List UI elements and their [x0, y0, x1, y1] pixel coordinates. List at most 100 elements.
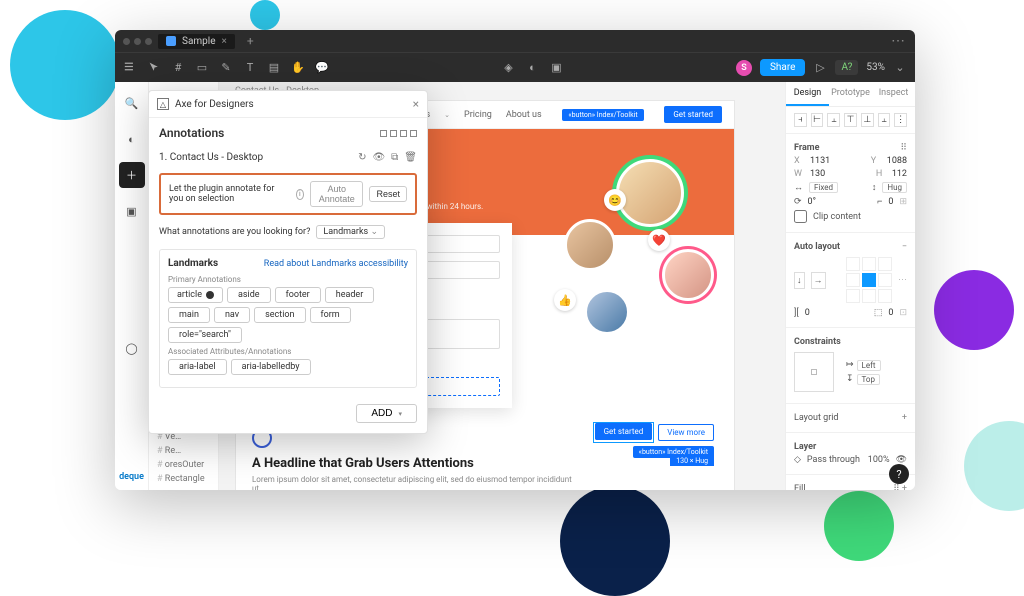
nav-item[interactable]: Pricing [464, 110, 492, 120]
landmark-chip-nav[interactable]: nav [214, 307, 250, 323]
direction-vertical[interactable]: ↓ [794, 272, 805, 289]
avatar [564, 219, 616, 271]
annotation-question: What annotations are you looking for? [159, 227, 310, 237]
image-icon[interactable]: ▣ [119, 198, 145, 224]
component-icon[interactable]: ◈ [501, 61, 515, 75]
layer-item[interactable]: Rectangle [153, 472, 214, 486]
share-button[interactable]: Share [760, 59, 805, 76]
frame-tool-icon[interactable]: # [171, 61, 185, 75]
zoom-level[interactable]: 53% [866, 62, 885, 73]
autolayout-label: Auto layout [794, 242, 840, 252]
opacity-value[interactable]: 100% [868, 455, 890, 465]
landmark-chip-aside[interactable]: aside [227, 287, 271, 303]
chevron-down-icon: ▾ [398, 410, 402, 418]
help-button[interactable]: ? [889, 464, 909, 484]
cta-get-started[interactable]: Get started [595, 423, 653, 440]
comment-tool-icon[interactable]: 💬 [315, 61, 329, 75]
landmark-chip-header[interactable]: header [325, 287, 375, 303]
cta-view-more[interactable]: View more [658, 424, 714, 441]
window-controls[interactable] [123, 38, 152, 45]
copy-icon[interactable]: ⧉ [391, 152, 398, 163]
auto-annotate-button[interactable]: Auto Annotate [310, 181, 364, 207]
landmark-chip-form[interactable]: form [310, 307, 351, 323]
landmark-chip-search[interactable]: role="search" [168, 327, 242, 343]
shape-tool-icon[interactable]: ▭ [195, 61, 209, 75]
horizontal-resize[interactable]: Fixed [809, 182, 838, 193]
alignment-controls[interactable]: ⫞⊢⫠⊤⊥⫠⋮ [794, 113, 907, 127]
boolean-icon[interactable]: ▣ [549, 61, 563, 75]
emoji-badge: ❤️ [648, 229, 670, 251]
add-fill-icon[interactable]: ⠿ + [893, 484, 907, 490]
present-icon[interactable]: ▷ [813, 61, 827, 75]
x-value[interactable]: 1131 [810, 156, 830, 166]
contrast-icon[interactable]: ◐ [119, 126, 145, 152]
text-tool-icon[interactable]: T [243, 61, 257, 75]
landmark-chip-main[interactable]: main [168, 307, 210, 323]
mask-icon[interactable]: ◐ [525, 61, 539, 75]
close-tab-icon[interactable]: × [222, 36, 227, 47]
landmark-chip-footer[interactable]: footer [275, 287, 321, 303]
layer-item[interactable]: oresOuter [153, 458, 214, 472]
add-annotation-button[interactable]: ADD▾ [356, 404, 417, 423]
close-icon[interactable]: × [413, 97, 419, 111]
rotation-value[interactable]: 0° [808, 197, 816, 207]
plugin-title: Axe for Designers [175, 99, 254, 110]
delete-icon[interactable]: 🗑 [404, 152, 417, 163]
info-icon[interactable]: i [296, 189, 304, 200]
frame-options-icon[interactable]: ⠿ [900, 143, 907, 153]
refresh-icon[interactable]: ↻ [358, 152, 366, 163]
vertical-resize[interactable]: Hug [882, 182, 907, 193]
zoom-chevron-icon[interactable]: ⌄ [893, 61, 907, 75]
view-toggle[interactable] [380, 130, 417, 137]
pen-tool-icon[interactable]: ✎ [219, 61, 233, 75]
reset-button[interactable]: Reset [369, 186, 407, 202]
tab-prototype[interactable]: Prototype [829, 82, 872, 106]
annotation-type-select[interactable]: Landmarks ⌄ [316, 225, 385, 239]
clip-content-checkbox[interactable] [794, 210, 807, 223]
w-value[interactable]: 130 [810, 169, 825, 179]
annotations-heading: Annotations [159, 126, 224, 140]
get-started-button[interactable]: Get started [664, 106, 722, 123]
tab-inspect[interactable]: Inspect [872, 82, 915, 106]
visibility-icon[interactable]: 👁 [372, 152, 385, 163]
autolayout-more-icon[interactable]: ⋯ [898, 275, 907, 285]
landmarks-title: Landmarks [168, 258, 218, 269]
constraint-widget[interactable] [794, 352, 834, 392]
hand-tool-icon[interactable]: ✋ [291, 61, 305, 75]
landmark-chip-section[interactable]: section [254, 307, 305, 323]
attr-chip-aria-label[interactable]: aria-label [168, 359, 227, 375]
search-icon[interactable]: 🔍 [119, 90, 145, 116]
annotate-icon[interactable]: ＋ [119, 162, 145, 188]
blend-mode[interactable]: Pass through [807, 455, 860, 465]
landmark-chip-article[interactable]: article [168, 287, 223, 303]
dev-mode-toggle[interactable]: A? [835, 60, 858, 75]
padding-value[interactable]: 0 [888, 308, 893, 318]
window-menu-icon[interactable]: ⋯ [891, 33, 907, 49]
nav-item[interactable]: About us [506, 110, 542, 120]
landmarks-help-link[interactable]: Read about Landmarks accessibility [264, 259, 408, 269]
direction-horizontal[interactable]: → [811, 272, 826, 289]
radius-value[interactable]: 0 [888, 197, 893, 207]
constraint-h[interactable]: Left [857, 360, 881, 371]
h-value[interactable]: 112 [892, 169, 907, 179]
main-menu-icon[interactable] [123, 61, 137, 75]
hero-avatars: 😊 ❤️ 👍 [554, 169, 714, 319]
constraint-v[interactable]: Top [857, 374, 880, 385]
resources-icon[interactable]: ▤ [267, 61, 281, 75]
fill-label: Fill [794, 484, 806, 490]
y-value[interactable]: 1088 [887, 156, 907, 166]
remove-autolayout-icon[interactable]: − [902, 242, 907, 252]
layer-item[interactable]: Re… [153, 444, 214, 458]
move-tool-icon[interactable] [147, 61, 161, 75]
tab-design[interactable]: Design [786, 82, 829, 106]
account-icon[interactable]: ◯ [119, 335, 145, 361]
file-tab[interactable]: Sample × [158, 34, 235, 49]
attr-chip-aria-labelledby[interactable]: aria-labelledby [231, 359, 311, 375]
new-tab-button[interactable]: + [247, 34, 254, 48]
decor-blob [934, 270, 1014, 350]
alignment-grid[interactable] [846, 257, 892, 303]
constraints-label: Constraints [794, 337, 841, 347]
gap-value[interactable]: 0 [805, 308, 810, 318]
user-avatar[interactable]: S [736, 60, 752, 76]
add-grid-icon[interactable]: + [902, 413, 907, 423]
